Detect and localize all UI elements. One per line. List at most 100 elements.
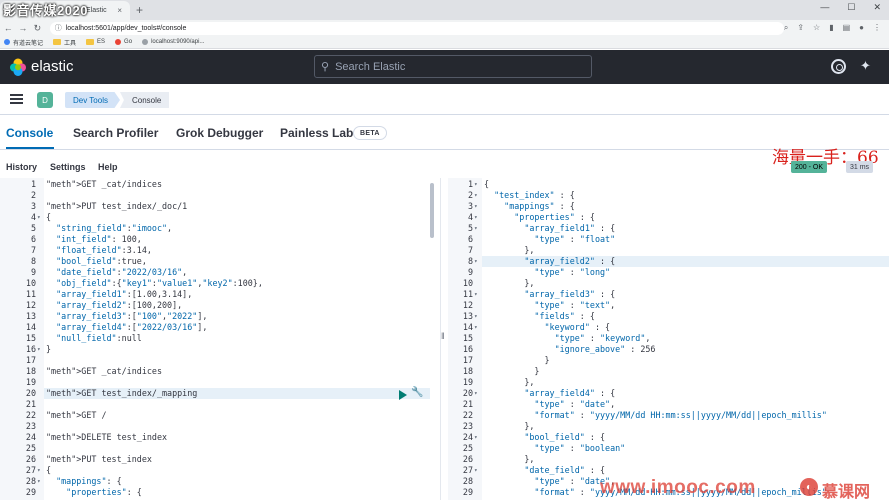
code-line[interactable]: 10 }, <box>448 278 889 289</box>
code-line[interactable]: 6 "int_field": 100, <box>0 234 436 245</box>
fold-toggle-icon[interactable]: ▾ <box>37 344 41 355</box>
new-tab-button[interactable]: + <box>136 3 143 17</box>
tab-grok-debugger[interactable]: Grok Debugger <box>176 126 263 140</box>
code-line[interactable]: 5 ▾ "array_field1" : { <box>448 223 889 234</box>
code-line[interactable]: 4 ▾ "properties" : { <box>448 212 889 223</box>
code-line[interactable]: 15 "null_field":null <box>0 333 436 344</box>
code-line[interactable]: 19 <box>0 377 436 388</box>
code-line[interactable]: 9 "type" : "long" <box>448 267 889 278</box>
fold-toggle-icon[interactable]: ▾ <box>37 212 41 223</box>
fold-toggle-icon[interactable]: ▾ <box>37 465 41 476</box>
code-line[interactable]: 2 <box>0 190 436 201</box>
sidebar-icon[interactable]: ▮ <box>829 23 833 33</box>
code-line[interactable]: 23 }, <box>448 421 889 432</box>
share-icon[interactable]: ⇪ <box>797 23 804 33</box>
code-line[interactable]: 27 ▾ "date_field" : { <box>448 465 889 476</box>
tab-console[interactable]: Console <box>6 126 53 140</box>
code-line[interactable]: 11 "array_field1":[1.00,3.14], <box>0 289 436 300</box>
code-line[interactable]: 7 "float_field":3.14, <box>0 245 436 256</box>
zoom-icon[interactable]: ⌕ <box>784 23 788 33</box>
bookmark-item[interactable]: 有道云笔记 <box>4 38 43 47</box>
code-line[interactable]: 3 ▾ "mappings" : { <box>448 201 889 212</box>
star-icon[interactable]: ☆ <box>813 23 820 33</box>
hamburger-menu-icon[interactable] <box>10 94 23 104</box>
code-line[interactable]: 12 "array_field2":[100,200], <box>0 300 436 311</box>
bookmark-folder[interactable]: ES <box>86 39 105 45</box>
back-icon[interactable]: ← <box>2 23 15 33</box>
code-line[interactable]: 26 }, <box>448 454 889 465</box>
code-line[interactable]: 22 "format" : "yyyy/MM/dd HH:mm:ss||yyyy… <box>448 410 889 421</box>
fold-toggle-icon[interactable]: ▾ <box>474 289 478 300</box>
fold-toggle-icon[interactable]: ▾ <box>474 179 478 190</box>
history-menu[interactable]: History <box>6 162 37 172</box>
request-editor[interactable]: 1 "meth">GET _cat/indices 2 3 "meth">PUT tes… <box>0 178 436 500</box>
fold-toggle-icon[interactable]: ▾ <box>474 465 478 476</box>
code-line[interactable]: 27 ▾ { <box>0 465 436 476</box>
space-avatar[interactable]: D <box>37 92 53 108</box>
code-line[interactable]: 13 ▾ "fields" : { <box>448 311 889 322</box>
extensions-icon[interactable]: ▤ <box>843 23 851 33</box>
code-line[interactable]: 11 ▾ "array_field3" : { <box>448 289 889 300</box>
fold-toggle-icon[interactable]: ▾ <box>474 201 478 212</box>
code-line[interactable]: 20 "meth">GET test_index/_mapping <box>0 388 436 399</box>
bookmark-folder[interactable]: 工具 <box>53 38 76 47</box>
menu-icon[interactable]: ⋮ <box>873 23 881 33</box>
code-line[interactable]: 12 "type" : "text", <box>448 300 889 311</box>
code-line[interactable]: 7 }, <box>448 245 889 256</box>
url-input[interactable]: ⓘ localhost:5601/app/dev_tools#/console <box>49 21 784 35</box>
settings-menu[interactable]: Settings <box>50 162 86 172</box>
code-line[interactable]: 1 ▾ { <box>448 179 889 190</box>
code-line[interactable]: 25 <box>0 443 436 454</box>
close-window-icon[interactable]: ✕ <box>873 2 881 13</box>
fold-toggle-icon[interactable]: ▾ <box>474 223 478 234</box>
fold-toggle-icon[interactable]: ▾ <box>37 476 41 487</box>
fold-toggle-icon[interactable]: ▾ <box>474 190 478 201</box>
code-line[interactable]: 1 "meth">GET _cat/indices <box>0 179 436 190</box>
code-line[interactable]: 10 "obj_field":{"key1":"value1","key2":1… <box>0 278 436 289</box>
code-line[interactable]: 21 <box>0 399 436 410</box>
code-line[interactable]: 2 ▾ "test_index" : { <box>448 190 889 201</box>
code-line[interactable]: 13 "array_field3":["100","2022"], <box>0 311 436 322</box>
code-line[interactable]: 5 "string_field":"imooc", <box>0 223 436 234</box>
resize-grip-icon[interactable]: ‖ <box>441 331 445 341</box>
code-line[interactable]: 17 <box>0 355 436 366</box>
code-line[interactable]: 9 "date_field":"2022/03/16", <box>0 267 436 278</box>
profile-icon[interactable]: ● <box>859 23 864 33</box>
editor-scrollbar[interactable] <box>430 183 434 238</box>
code-line[interactable]: 16 ▾} <box>0 344 436 355</box>
code-line[interactable]: 17 } <box>448 355 889 366</box>
code-line[interactable]: 23 <box>0 421 436 432</box>
code-line[interactable]: 3 "meth">PUT test_index/_doc/1 <box>0 201 436 212</box>
minimize-icon[interactable]: — <box>820 2 829 13</box>
tab-search-profiler[interactable]: Search Profiler <box>73 126 158 140</box>
fold-toggle-icon[interactable]: ▾ <box>474 212 478 223</box>
code-line[interactable]: 18 } <box>448 366 889 377</box>
code-line[interactable]: 18 "meth">GET _cat/indices <box>0 366 436 377</box>
code-line[interactable]: 29 "properties": { <box>0 487 436 498</box>
code-line[interactable]: 14 ▾ "keyword" : { <box>448 322 889 333</box>
code-line[interactable]: 20 ▾ "array_field4" : { <box>448 388 889 399</box>
send-request-button[interactable] <box>399 390 407 400</box>
fold-toggle-icon[interactable]: ▾ <box>474 256 478 267</box>
help-menu[interactable]: Help <box>98 162 118 172</box>
code-line[interactable]: 8 ▾ "array_field2" : { <box>448 256 889 267</box>
fold-toggle-icon[interactable]: ▾ <box>474 311 478 322</box>
code-line[interactable]: 4 ▾ { <box>0 212 436 223</box>
newsfeed-icon[interactable]: ✦ <box>860 58 871 74</box>
code-line[interactable]: 8 "bool_field":true, <box>0 256 436 267</box>
code-line[interactable]: 6 "type" : "float" <box>448 234 889 245</box>
tab-painless-lab[interactable]: Painless Lab <box>280 126 353 140</box>
code-line[interactable]: 24 ▾ "bool_field" : { <box>448 432 889 443</box>
code-line[interactable]: 28 ▾ "mappings": { <box>0 476 436 487</box>
breadcrumb-dev-tools[interactable]: Dev Tools <box>65 92 120 108</box>
forward-icon[interactable]: → <box>17 23 30 33</box>
code-line[interactable]: 16 "ignore_above" : 256 <box>448 344 889 355</box>
code-line[interactable]: 21 "type" : "date", <box>448 399 889 410</box>
bookmark-item[interactable]: localhost:9090/api... <box>142 39 204 45</box>
fold-toggle-icon[interactable]: ▾ <box>474 432 478 443</box>
response-editor[interactable]: 1 ▾{2 ▾ "test_index" : {3 ▾ "mappings" : {4… <box>448 178 889 500</box>
maximize-icon[interactable]: ☐ <box>847 2 855 13</box>
code-line[interactable]: 26 "meth">PUT test_index <box>0 454 436 465</box>
elastic-logo-icon[interactable] <box>9 58 27 76</box>
info-icon[interactable]: ⓘ <box>55 23 62 33</box>
